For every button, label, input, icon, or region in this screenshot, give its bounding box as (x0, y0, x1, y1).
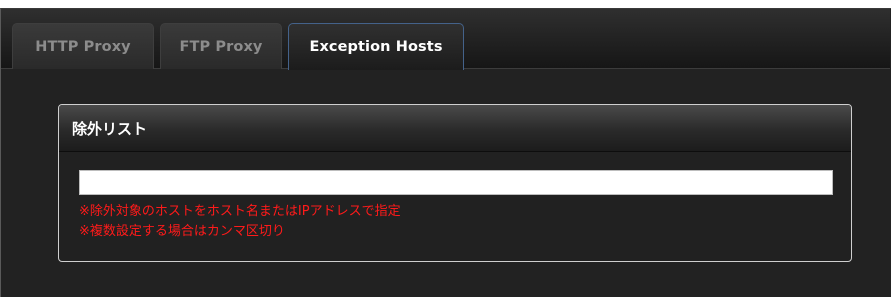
tab-http-proxy-label: HTTP Proxy (35, 38, 131, 55)
tab-exception-hosts[interactable]: Exception Hosts (288, 23, 464, 70)
exception-note-comma: ※複数設定する場合はカンマ区切り (79, 224, 285, 239)
exception-list-header: 除外リスト (59, 105, 851, 152)
exception-hosts-input[interactable] (79, 170, 833, 195)
tab-http-proxy[interactable]: HTTP Proxy (12, 23, 154, 69)
tab-bar: HTTP Proxy FTP Proxy Exception Hosts (1, 9, 890, 70)
exception-list-panel: 除外リスト ※除外対象のホストをホスト名またはIPアドレスで指定 ※複数設定する… (58, 104, 852, 262)
tab-ftp-proxy-label: FTP Proxy (179, 38, 263, 55)
tab-ftp-proxy[interactable]: FTP Proxy (160, 23, 282, 69)
proxy-settings-window: HTTP Proxy FTP Proxy Exception Hosts 除外リ… (0, 8, 891, 297)
exception-note-hostname: ※除外対象のホストをホスト名またはIPアドレスで指定 (79, 204, 401, 219)
exception-list-title: 除外リスト (72, 120, 148, 138)
tab-exception-hosts-label: Exception Hosts (309, 39, 443, 55)
